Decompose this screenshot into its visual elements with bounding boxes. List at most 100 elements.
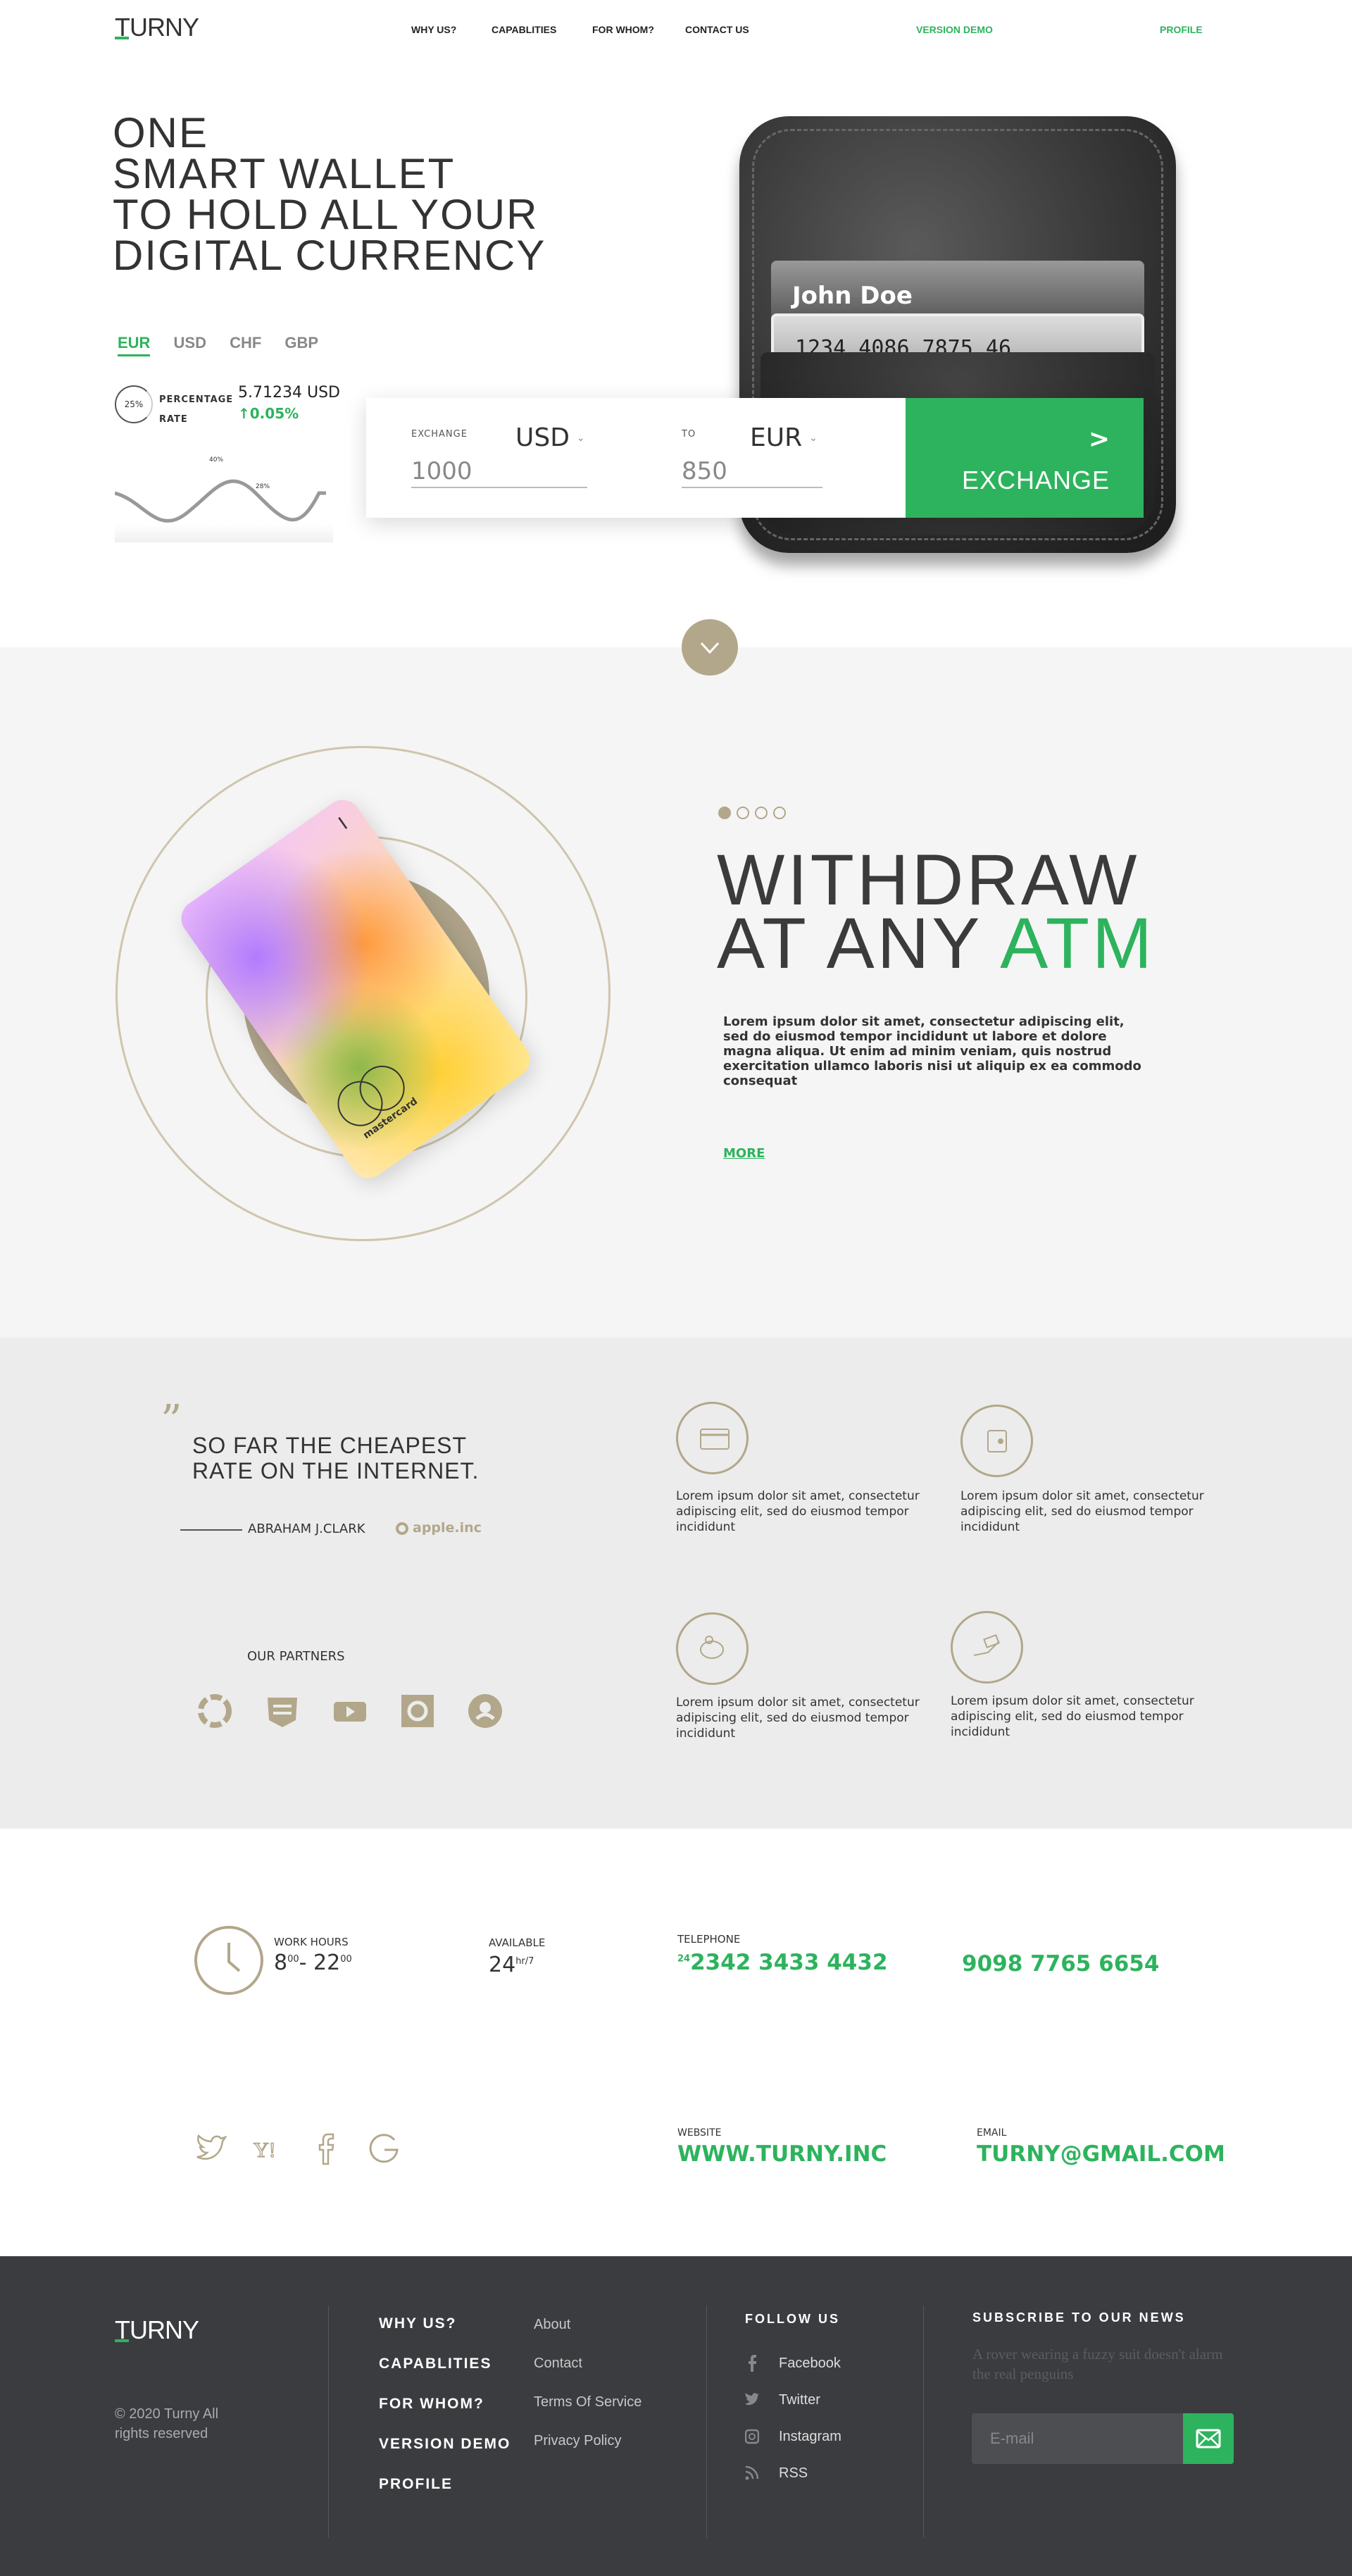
subscribe-form: E-mail: [972, 2413, 1234, 2464]
footer-logo-underline: [115, 2339, 129, 2342]
footer-divider-1: [328, 2306, 329, 2538]
email-input[interactable]: E-mail: [972, 2413, 1183, 2464]
twitter-icon[interactable]: [194, 2133, 227, 2165]
yahoo-icon[interactable]: Y!: [252, 2133, 284, 2165]
partner-logo-5-icon[interactable]: [466, 1692, 504, 1730]
feature-2-text: Lorem ipsum dolor sit amet, consectetur …: [960, 1489, 1204, 1534]
wallet-card-name: John Doe: [792, 282, 913, 310]
slider-dot-1[interactable]: [718, 807, 731, 819]
credit-card-icon: [676, 1402, 749, 1474]
partner-logo-2-icon[interactable]: [263, 1692, 301, 1730]
subscribe-button[interactable]: [1183, 2413, 1234, 2464]
hours-sep: -: [299, 1950, 314, 1975]
withdraw-line-2: AT ANY ATM: [717, 907, 1155, 979]
feature-4: Lorem ipsum dolor sit amet, consectetur …: [951, 1611, 1211, 1740]
tab-eur[interactable]: EUR: [118, 334, 151, 356]
website-link[interactable]: WWW.TURNY.INC: [677, 2141, 887, 2167]
footer-menu: WHY US? CAPABLITIES FOR WHOM? VERSION DE…: [379, 2315, 511, 2516]
footer-menu-profile[interactable]: PROFILE: [379, 2476, 511, 2493]
nav-why-us[interactable]: WHY US?: [411, 24, 456, 35]
feature-2: Lorem ipsum dolor sit amet, consectetur …: [960, 1405, 1221, 1535]
rate-value: 5.71234 USD: [238, 384, 340, 402]
footer: TURNY © 2020 Turny All rights reserved W…: [0, 2256, 1352, 2576]
tab-chf[interactable]: CHF: [230, 334, 261, 351]
follow-list: Facebook Twitter Instagram RSS: [745, 2355, 841, 2501]
money-hand-icon: [951, 1611, 1023, 1684]
follow-instagram[interactable]: Instagram: [745, 2428, 841, 2445]
testimonial-author: ABRAHAM J.CLARK: [248, 1522, 365, 1536]
withdraw-line-1: WITHDRAW: [717, 840, 1140, 920]
tab-gbp[interactable]: GBP: [284, 334, 318, 351]
exchange-button-label: EXCHANGE: [961, 466, 1110, 494]
footer-link-privacy[interactable]: Privacy Policy: [534, 2433, 641, 2449]
hours-to-sup: 00: [340, 1954, 352, 1965]
social-icons: Y!: [194, 2133, 400, 2165]
work-hours-label: WORK HOURS: [274, 1936, 349, 1948]
logo-underline: [115, 37, 129, 39]
nav-contact-us[interactable]: CONTACT US: [685, 24, 749, 35]
follow-rss[interactable]: RSS: [745, 2465, 841, 2482]
follow-rss-label: RSS: [779, 2465, 808, 2481]
follow-facebook[interactable]: Facebook: [745, 2355, 841, 2372]
phone-1[interactable]: 242342 3433 4432: [677, 1950, 888, 1975]
footer-menu-why-us[interactable]: WHY US?: [379, 2315, 511, 2332]
rate-label-2: RATE: [159, 414, 188, 425]
instagram-icon: [745, 2429, 759, 2444]
nav-profile[interactable]: PROFILE: [1160, 24, 1203, 35]
to-currency-select[interactable]: EUR ⌄: [750, 423, 818, 452]
email-link[interactable]: TURNY@GMAIL.COM: [977, 2141, 1225, 2167]
google-icon[interactable]: [368, 2133, 400, 2165]
footer-link-about[interactable]: About: [534, 2317, 641, 2333]
slider-dots: [718, 807, 786, 819]
tab-usd[interactable]: USD: [174, 334, 206, 351]
contact-section: WORK HOURS 800- 2200 AVAILABLE 24hr/7 TE…: [0, 1829, 1352, 2256]
chevron-down-icon: [700, 642, 720, 654]
nav-version-demo[interactable]: VERSION DEMO: [916, 24, 993, 35]
facebook-icon[interactable]: [310, 2133, 342, 2165]
feature-1: Lorem ipsum dolor sit amet, consectetur …: [676, 1402, 937, 1535]
footer-link-terms[interactable]: Terms Of Service: [534, 2394, 641, 2410]
rate-label: PERCENTAGE RATE: [159, 390, 233, 430]
slider-dot-2[interactable]: [737, 807, 749, 819]
chart-tag-1: 40%: [209, 456, 224, 463]
nav-capablities[interactable]: CAPABLITIES: [492, 24, 556, 35]
rate-change: ↑0.05%: [238, 405, 299, 422]
feature-3-text: Lorem ipsum dolor sit amet, consectetur …: [676, 1695, 920, 1741]
slider-dot-4[interactable]: [773, 807, 786, 819]
follow-twitter[interactable]: Twitter: [745, 2391, 841, 2408]
from-amount-input[interactable]: 1000: [411, 457, 587, 488]
apple-icon: [396, 1522, 408, 1535]
rate-chart: 40% 28%: [114, 451, 333, 542]
footer-link-contact[interactable]: Contact: [534, 2356, 641, 2372]
partners-title: OUR PARTNERS: [247, 1649, 345, 1664]
slider-dot-3[interactable]: [755, 807, 768, 819]
partner-logo-1-icon[interactable]: [196, 1692, 234, 1730]
hero-line-3: TO HOLD ALL YOUR: [113, 191, 539, 238]
quote-line-2: RATE ON THE INTERNET.: [192, 1458, 480, 1483]
to-amount-input[interactable]: 850: [682, 457, 822, 488]
footer-menu-for-whom[interactable]: FOR WHOM?: [379, 2396, 511, 2413]
footer-menu-capablities[interactable]: CAPABLITIES: [379, 2356, 511, 2372]
work-hours: 800- 2200: [274, 1950, 352, 1975]
youtube-icon[interactable]: [331, 1692, 369, 1730]
withdraw-title: WITHDRAW AT ANY ATM: [717, 840, 1155, 979]
rate-chart-line: [114, 479, 326, 523]
follow-instagram-label: Instagram: [779, 2428, 841, 2444]
testimonial-quote: SO FAR THE CHEAPEST RATE ON THE INTERNET…: [192, 1433, 479, 1483]
available: 24hr/7: [489, 1953, 534, 1977]
exchange-button[interactable]: > EXCHANGE: [906, 398, 1144, 518]
mastercard-logo: mastercard: [328, 1050, 426, 1141]
phone-2[interactable]: 9098 7765 6654: [962, 1951, 1159, 1977]
follow-facebook-label: Facebook: [779, 2355, 841, 2371]
from-currency-select[interactable]: USD ⌄: [515, 423, 585, 452]
more-link[interactable]: MORE: [723, 1146, 765, 1161]
partners-logos: [196, 1692, 504, 1730]
footer-menu-version-demo[interactable]: VERSION DEMO: [379, 2436, 511, 2453]
scroll-down-button[interactable]: [682, 619, 738, 676]
nav-for-whom[interactable]: FOR WHOM?: [592, 24, 654, 35]
hours-to: 22: [313, 1950, 341, 1975]
partner-logo-4-icon[interactable]: [399, 1692, 437, 1730]
rss-icon: [745, 2465, 759, 2480]
features-section: ” SO FAR THE CHEAPEST RATE ON THE INTERN…: [0, 1338, 1352, 1829]
hero-line-1: ONE: [113, 109, 209, 156]
